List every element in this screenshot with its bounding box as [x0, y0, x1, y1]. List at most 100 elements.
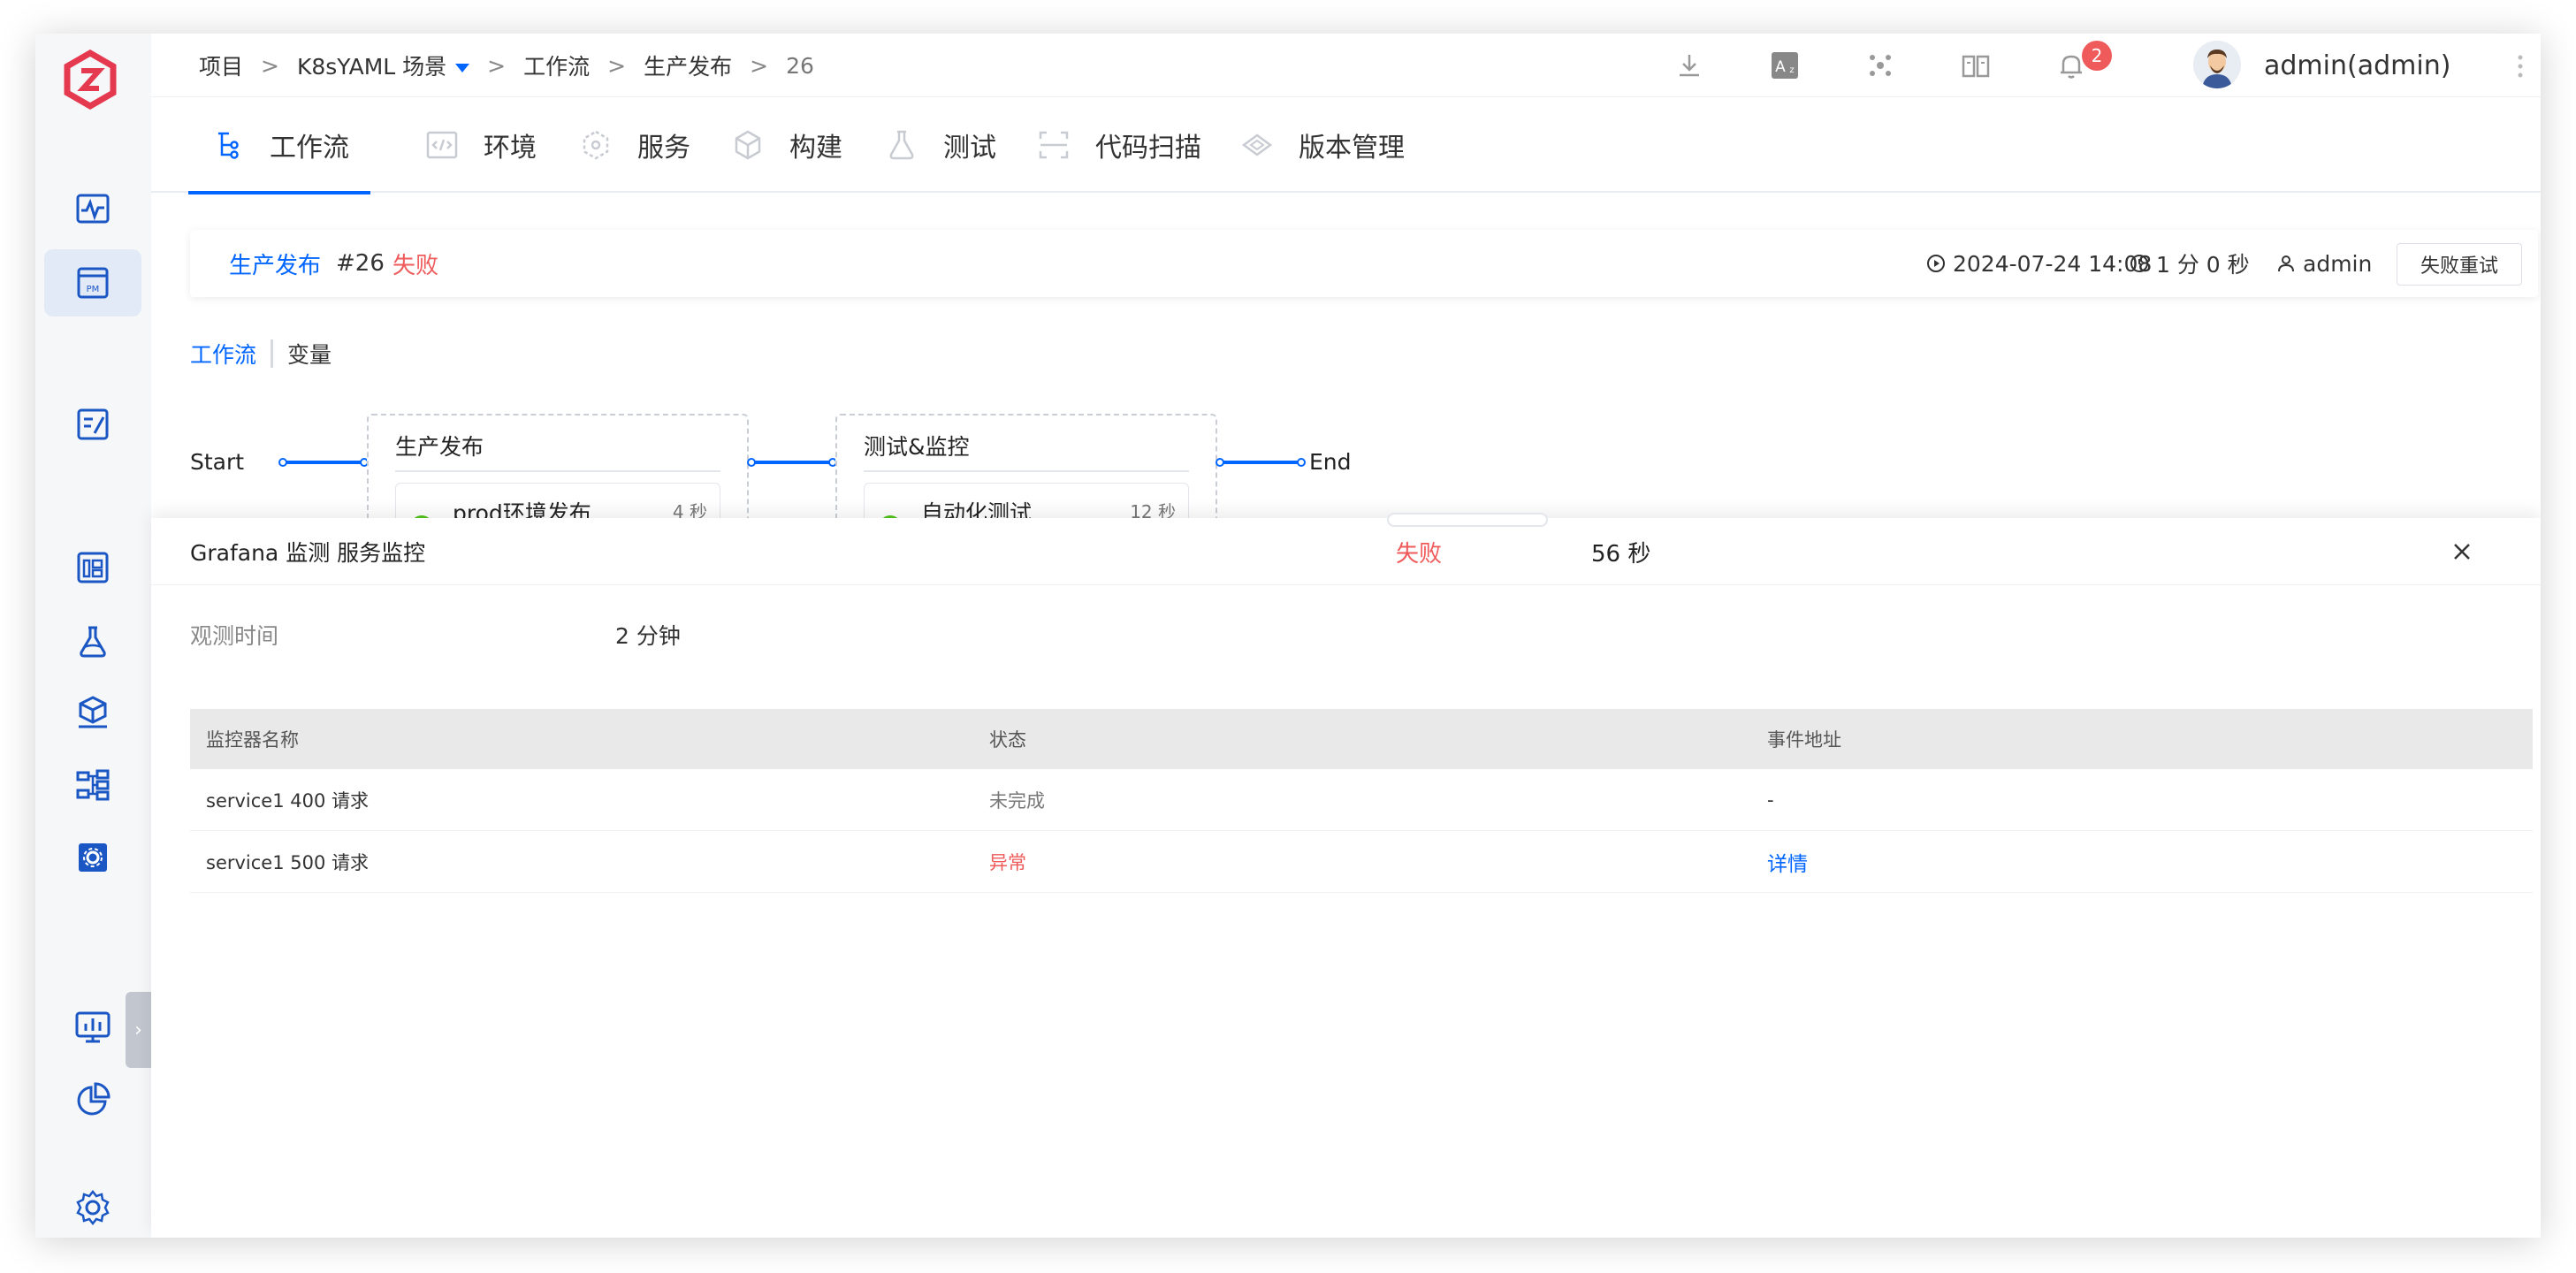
retry-failed-button[interactable]: 失败重试 [2397, 243, 2522, 286]
user-avatar-icon [2193, 41, 2241, 88]
project-tabs: 工作流 环境 服务 构建 测试 代码扫描 版本管理 [151, 97, 2541, 194]
dots-grid-icon [1870, 55, 1891, 76]
table-header: 监控器名称 状态 事件地址 [190, 709, 2533, 769]
pipeline-node-dot [278, 458, 287, 467]
avatar[interactable] [2193, 41, 2241, 88]
run-duration-value: 1 分 0 秒 [2156, 252, 2250, 278]
sidebar-item-artifacts[interactable] [44, 679, 141, 746]
sidebar-item-test[interactable] [44, 608, 141, 675]
flask-icon [889, 130, 914, 160]
breadcrumb-separator: > [261, 52, 279, 79]
chart-screen-icon [75, 1011, 111, 1043]
docs-button[interactable] [1958, 48, 1993, 83]
sidebar-item-system-settings[interactable] [44, 1174, 141, 1238]
flask-icon [80, 626, 106, 658]
drawer-duration: 56 秒 [1591, 541, 1651, 568]
plugins-button[interactable] [1863, 48, 1898, 83]
monitor-status: 未完成 [989, 789, 1045, 812]
code-env-icon [426, 131, 458, 159]
run-duration: 1 分 0 秒 [2130, 230, 2250, 297]
pulse-monitor-icon [76, 194, 110, 224]
username[interactable]: admin(admin) [2264, 34, 2450, 97]
pipeline-start: Start [190, 449, 245, 475]
tab-test[interactable]: 测试 [885, 97, 996, 193]
breadcrumb-run: 26 [786, 52, 814, 79]
edit-doc-icon [77, 408, 109, 440]
sidebar-item-plan[interactable] [44, 391, 141, 458]
run-header: 生产发布 #26 失败 2024-07-24 14:08 1 分 0 秒 adm… [190, 230, 2538, 297]
svg-text:PM: PM [87, 285, 100, 294]
sidebar-item-settings-box[interactable] [44, 824, 141, 891]
run-start-time-value: 2024-07-24 14:08 [1953, 250, 2153, 277]
caret-down-icon [455, 64, 470, 72]
breadcrumb-project[interactable]: 项目 [199, 50, 243, 81]
workflow-icon [218, 132, 239, 159]
close-icon[interactable] [2446, 536, 2478, 568]
tab-environment[interactable]: 环境 [425, 97, 537, 193]
event-detail-link[interactable]: 详情 [1767, 831, 1808, 892]
build-cube-icon [735, 130, 761, 160]
service-icon [583, 130, 609, 160]
tab-build[interactable]: 构建 [731, 97, 842, 193]
breadcrumb-separator: > [487, 52, 507, 79]
play-circle-icon [1927, 255, 1945, 272]
drawer-status: 失败 [1396, 541, 1443, 568]
sidebar-item-topology[interactable] [44, 751, 141, 819]
pipeline-node-dot [747, 458, 756, 467]
run-subtabs: 工作流 变量 [190, 338, 332, 370]
tab-service[interactable]: 服务 [579, 97, 690, 193]
download-icon [1680, 55, 1699, 77]
run-status: 失败 [392, 252, 439, 279]
tab-label: 环境 [484, 133, 537, 164]
subtab-variables[interactable]: 变量 [287, 338, 332, 370]
download-button[interactable] [1672, 48, 1707, 83]
tab-label: 版本管理 [1299, 133, 1405, 164]
tab-label: 测试 [943, 133, 996, 164]
tab-code-scan[interactable]: 代码扫描 [1037, 97, 1201, 193]
sidebar: PM › [35, 34, 151, 1238]
job-detail-drawer: Grafana 监测 服务监控 失败 56 秒 观测时间 2 分钟 监控器名称 … [151, 513, 2541, 1238]
observe-time-value: 2 分钟 [615, 623, 681, 649]
sidebar-collapse-handle[interactable]: › [126, 992, 151, 1068]
drawer-title: Grafana 监测 服务监控 [190, 540, 426, 566]
pipeline-connector [282, 461, 367, 464]
breadcrumb-section[interactable]: 工作流 [523, 50, 590, 81]
version-icon [1241, 133, 1273, 156]
subtab-workflow[interactable]: 工作流 [190, 338, 256, 370]
sidebar-item-monitor[interactable] [44, 175, 141, 242]
chevron-right-icon: › [134, 1018, 142, 1041]
run-start-time: 2024-07-24 14:08 [1926, 230, 2152, 297]
sidebar-item-report[interactable] [44, 1066, 141, 1133]
dashboard-icon [77, 552, 109, 583]
app-window: PM › 项目 > K8sYAML 场景 > 工作流 > 生产发布 > 26 A… [35, 34, 2541, 1238]
tab-workflow[interactable]: 工作流 [188, 97, 370, 194]
tab-label: 工作流 [270, 133, 349, 164]
breadcrumb: 项目 > K8sYAML 场景 > 工作流 > 生产发布 > 26 [199, 34, 814, 97]
monitor-status: 异常 [989, 851, 1026, 873]
tab-label: 代码扫描 [1095, 133, 1201, 164]
monitor-name: service1 500 请求 [206, 851, 370, 873]
sidebar-item-dashboard[interactable] [44, 534, 141, 601]
run-workflow-link[interactable]: 生产发布 [229, 248, 321, 280]
pipeline-node-dot [1216, 458, 1224, 467]
pipeline-connector [751, 461, 835, 464]
pipeline-node-dot [1297, 458, 1306, 467]
run-number: #26 [336, 250, 385, 277]
sidebar-item-project[interactable]: PM [44, 249, 141, 316]
breadcrumb-separator: > [750, 52, 769, 79]
run-user: admin [2276, 230, 2372, 297]
language-button[interactable]: Az [1767, 48, 1802, 83]
stage-divider [395, 470, 720, 472]
svg-text:z: z [1789, 65, 1794, 75]
app-logo-icon[interactable] [64, 50, 117, 110]
more-vertical-icon[interactable] [2517, 53, 2524, 80]
tab-version-management[interactable]: 版本管理 [1240, 97, 1405, 193]
stage-divider [864, 470, 1189, 472]
settings-box-icon [79, 843, 107, 872]
column-header: 状态 [989, 729, 1026, 751]
breadcrumb-workflow[interactable]: 生产发布 [644, 50, 732, 81]
gear-icon [76, 1189, 110, 1226]
subtab-divider [271, 339, 274, 368]
clock-icon [2130, 255, 2148, 272]
breadcrumb-scene[interactable]: K8sYAML 场景 [297, 50, 470, 81]
